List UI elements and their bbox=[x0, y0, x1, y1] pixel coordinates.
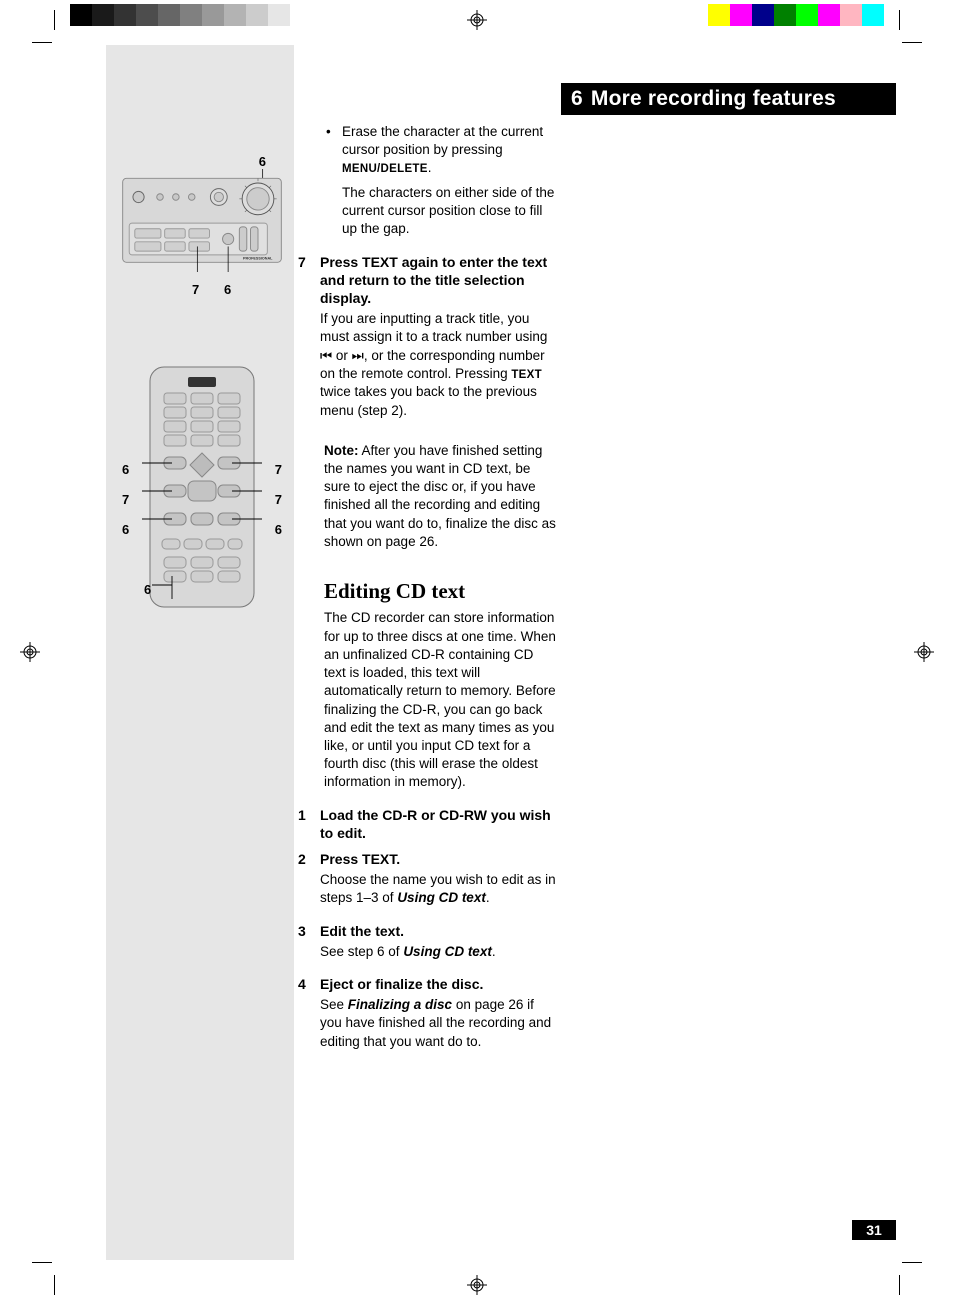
body-text: If you are inputting a track title, you … bbox=[320, 311, 547, 344]
step-item: 7 Press TEXT again to enter the text and… bbox=[324, 253, 556, 420]
grayscale-bar bbox=[70, 4, 312, 26]
color-bar bbox=[708, 4, 884, 26]
callout-label: 6 bbox=[275, 521, 282, 539]
callout-label: 7 bbox=[275, 461, 282, 479]
next-track-icon: ⏭ bbox=[352, 348, 364, 363]
step-heading: Eject or finalize the disc. bbox=[320, 975, 556, 993]
chapter-number: 6 bbox=[571, 85, 583, 113]
page-number: 31 bbox=[852, 1220, 896, 1240]
callout-label: 7 bbox=[122, 491, 129, 509]
body-text: The CD recorder can store information fo… bbox=[324, 609, 556, 791]
cross-reference: Using CD text bbox=[403, 944, 492, 959]
body-text: The characters on either side of the cur… bbox=[342, 184, 556, 239]
step-item: 1 Load the CD-R or CD-RW you wish to edi… bbox=[324, 806, 556, 842]
body-text: . bbox=[492, 944, 496, 959]
body-text: . bbox=[486, 890, 490, 905]
device-diagram: 6 bbox=[118, 169, 286, 277]
text-column: • Erase the character at the current cur… bbox=[324, 123, 556, 1051]
callout-label: 6 bbox=[122, 521, 129, 539]
step-heading: Load the CD-R or CD-RW you wish to edit. bbox=[320, 806, 556, 842]
section-heading: Editing CD text bbox=[324, 577, 556, 605]
bullet-icon: • bbox=[324, 123, 342, 239]
body-text: See step 6 of bbox=[320, 944, 403, 959]
registration-mark-icon bbox=[914, 642, 934, 662]
step-number: 1 bbox=[298, 806, 320, 842]
body-text: After you have finished setting the name… bbox=[324, 443, 556, 549]
callout-label: 6 bbox=[122, 461, 129, 479]
body-text: . bbox=[428, 160, 432, 175]
chapter-header: 6 More recording features bbox=[561, 83, 896, 115]
note-block: Note: After you have finished setting th… bbox=[324, 442, 556, 551]
step-heading: Edit the text. bbox=[320, 922, 556, 940]
step-number: 2 bbox=[298, 850, 320, 908]
bullet-item: • Erase the character at the current cur… bbox=[324, 123, 556, 239]
cross-reference: Using CD text bbox=[397, 890, 486, 905]
chapter-title: More recording features bbox=[591, 85, 836, 113]
svg-text:PROFESSIONAL: PROFESSIONAL bbox=[243, 257, 273, 261]
callout-label: 7 bbox=[275, 491, 282, 509]
step-number: 4 bbox=[298, 975, 320, 1051]
step-heading: Press TEXT. bbox=[320, 850, 556, 868]
callout-label: 6 bbox=[224, 281, 231, 299]
registration-mark-icon bbox=[467, 1275, 487, 1295]
body-text: or bbox=[332, 348, 352, 363]
body-text: twice takes you back to the previous men… bbox=[320, 384, 537, 417]
callout-label: 7 bbox=[192, 281, 199, 299]
body-text: Erase the character at the current curso… bbox=[342, 124, 543, 157]
registration-mark-icon bbox=[20, 642, 40, 662]
prev-track-icon: ⏮ bbox=[320, 348, 332, 363]
registration-mark-icon bbox=[467, 10, 487, 30]
callout-label: 6 bbox=[259, 153, 266, 171]
cross-reference: Finalizing a disc bbox=[348, 997, 452, 1012]
page: 6 More recording features 31 6 bbox=[58, 45, 896, 1260]
remote-diagram: 6 7 7 7 6 6 6 bbox=[118, 363, 286, 613]
step-item: 3 Edit the text. See step 6 of Using CD … bbox=[324, 922, 556, 961]
step-item: 2 Press TEXT. Choose the name you wish t… bbox=[324, 850, 556, 908]
step-number: 7 bbox=[298, 253, 320, 420]
step-number: 3 bbox=[298, 922, 320, 961]
step-heading: Press TEXT again to enter the text and r… bbox=[320, 253, 556, 308]
body-text: See bbox=[320, 997, 348, 1012]
callout-label: 6 bbox=[144, 581, 151, 599]
key-label: TEXT bbox=[511, 369, 542, 381]
key-label: MENU/DELETE bbox=[342, 163, 428, 175]
note-label: Note: bbox=[324, 443, 359, 458]
step-item: 4 Eject or finalize the disc. See Finali… bbox=[324, 975, 556, 1051]
